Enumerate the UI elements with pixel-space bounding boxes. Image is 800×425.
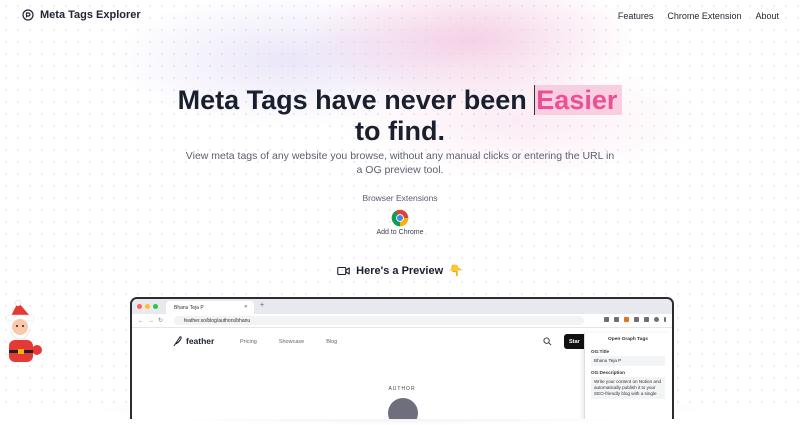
more-menu-icon[interactable] — [664, 317, 666, 322]
og-description-label: OG:Description — [591, 370, 625, 375]
extension-icons — [604, 317, 666, 322]
hero-title: Meta Tags have never been Easier to find… — [0, 85, 800, 147]
share-icon[interactable] — [604, 317, 609, 322]
feather-nav-blog[interactable]: Blog — [326, 339, 337, 345]
browser-tab-bar: Bhanu Teja P ✕ + — [132, 299, 672, 314]
feather-brand-name: feather — [186, 336, 215, 346]
chrome-icon[interactable] — [391, 209, 409, 227]
url-field[interactable]: feather.so/blog/authors/bhanu — [174, 316, 584, 325]
url-text: feather.so/blog/authors/bhanu — [184, 317, 251, 324]
open-graph-panel: Open Graph Tags OG:Title Bhanu Teja P OG… — [584, 333, 671, 419]
og-title-label: OG:Title — [591, 349, 610, 354]
close-window-dot[interactable] — [137, 304, 142, 309]
sidebar-icon[interactable] — [644, 317, 649, 322]
video-camera-icon — [337, 266, 350, 275]
profile-icon[interactable] — [654, 317, 659, 322]
hero-title-part1: Meta Tags have never been — [177, 85, 527, 115]
hero-title-part2: to find. — [355, 116, 445, 146]
browser-nav-buttons[interactable]: ←→↻ — [138, 317, 167, 324]
nav-links: Features Chrome Extension About — [618, 11, 779, 21]
brand-logo[interactable]: Meta Tags Explorer — [22, 9, 141, 21]
close-tab-icon[interactable]: ✕ — [244, 304, 248, 310]
nav-link-features[interactable]: Features — [618, 11, 654, 21]
top-navbar: Meta Tags Explorer Features Chrome Exten… — [0, 0, 800, 34]
hero-subtitle: View meta tags of any website you browse… — [185, 150, 615, 176]
window-controls — [137, 304, 158, 309]
minimize-window-dot[interactable] — [145, 304, 150, 309]
search-icon[interactable] — [543, 337, 552, 346]
maximize-window-dot[interactable] — [153, 304, 158, 309]
feather-nav: Pricing Showcase Blog — [240, 339, 337, 345]
hero-title-highlight: Easier — [534, 85, 623, 115]
browser-preview-screenshot: Bhanu Teja P ✕ + ←→↻ feather.so/blog/aut… — [130, 297, 674, 419]
logo-icon — [22, 9, 34, 21]
new-tab-icon[interactable]: + — [260, 302, 264, 309]
og-title-value: Bhanu Teja P — [591, 356, 665, 366]
panel-title: Open Graph Tags — [608, 337, 648, 342]
nav-link-about[interactable]: About — [755, 11, 779, 21]
pointing-down-emoji: 👇 — [449, 265, 463, 277]
preview-label: Here's a Preview — [356, 264, 444, 277]
santa-illustration — [5, 300, 43, 362]
browser-tab[interactable]: Bhanu Teja P ✕ — [166, 301, 254, 314]
og-description-value: Write your content on Notion and automat… — [591, 377, 665, 399]
add-to-chrome-label[interactable]: Add to Chrome — [0, 229, 800, 236]
brand-name: Meta Tags Explorer — [40, 9, 141, 21]
browser-extensions-label: Browser Extensions — [362, 193, 438, 203]
feather-nav-pricing[interactable]: Pricing — [240, 339, 257, 345]
preview-heading: Here's a Preview 👇 — [0, 264, 800, 277]
nav-link-chrome-extension[interactable]: Chrome Extension — [667, 11, 741, 21]
browser-tab-title: Bhanu Teja P — [174, 304, 204, 311]
puzzle-icon[interactable] — [634, 317, 639, 322]
star-icon[interactable] — [614, 317, 619, 322]
feather-brand[interactable]: feather — [172, 335, 214, 347]
author-avatar — [388, 398, 418, 419]
feather-logo-icon — [173, 336, 182, 347]
meta-tags-extension-icon[interactable] — [624, 317, 629, 322]
feather-nav-showcase[interactable]: Showcase — [279, 339, 304, 345]
browser-address-bar: ←→↻ feather.so/blog/authors/bhanu — [132, 314, 672, 328]
